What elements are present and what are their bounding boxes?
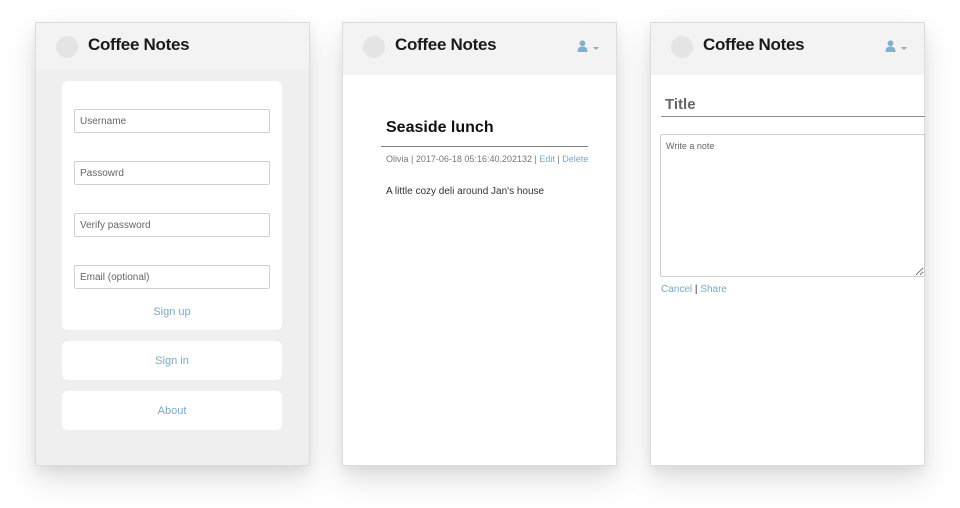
about-button[interactable]: About <box>62 391 282 430</box>
app-title: Coffee Notes <box>395 35 497 54</box>
note-view-screen: Coffee Notes Seaside lunch Olivia | 2017… <box>342 22 617 466</box>
edit-link[interactable]: Edit <box>539 154 555 164</box>
app-header: Coffee Notes <box>343 23 616 75</box>
app-title: Coffee Notes <box>88 35 190 54</box>
user-icon <box>885 40 896 52</box>
editor-actions: Cancel | Share <box>661 284 727 295</box>
note-author: Olivia <box>386 154 409 164</box>
user-menu[interactable] <box>885 40 907 52</box>
logo-icon <box>56 36 78 58</box>
signup-card: Sign up <box>62 81 282 330</box>
note-body: A little cozy deli around Jan's house <box>386 186 545 197</box>
note-title-input[interactable] <box>661 93 925 117</box>
logo-icon <box>671 36 693 58</box>
logo-icon <box>363 36 385 58</box>
user-menu[interactable] <box>577 40 599 52</box>
cancel-link[interactable]: Cancel <box>661 284 692 295</box>
password-field[interactable] <box>74 161 270 185</box>
signup-screen: Coffee Notes Sign up Sign in About <box>35 22 310 466</box>
meta-separator: | <box>557 154 560 164</box>
about-label: About <box>157 404 187 417</box>
share-link[interactable]: Share <box>700 284 727 295</box>
chevron-down-icon <box>593 47 599 50</box>
app-header: Coffee Notes <box>36 23 309 69</box>
delete-link[interactable]: Delete <box>562 154 588 164</box>
user-icon <box>577 40 588 52</box>
action-separator: | <box>694 284 698 295</box>
signin-label: Sign in <box>155 354 189 367</box>
divider <box>381 146 588 147</box>
app-header: Coffee Notes <box>651 23 924 75</box>
app-title: Coffee Notes <box>703 35 805 54</box>
username-field[interactable] <box>74 109 270 133</box>
signup-button[interactable]: Sign up <box>153 306 190 318</box>
email-field[interactable] <box>74 265 270 289</box>
meta-separator: | <box>411 154 414 164</box>
note-timestamp: 2017-06-18 05:16:40.202132 <box>415 154 532 164</box>
note-textarea[interactable] <box>660 134 925 277</box>
verify-password-field[interactable] <box>74 213 270 237</box>
signin-button[interactable]: Sign in <box>62 341 282 380</box>
note-editor-screen: Coffee Notes Cancel | Share <box>650 22 925 466</box>
meta-separator: | <box>534 154 537 164</box>
note-title: Seaside lunch <box>386 119 494 136</box>
chevron-down-icon <box>901 47 907 50</box>
note-meta: Olivia | 2017-06-18 05:16:40.202132 | Ed… <box>386 154 588 164</box>
